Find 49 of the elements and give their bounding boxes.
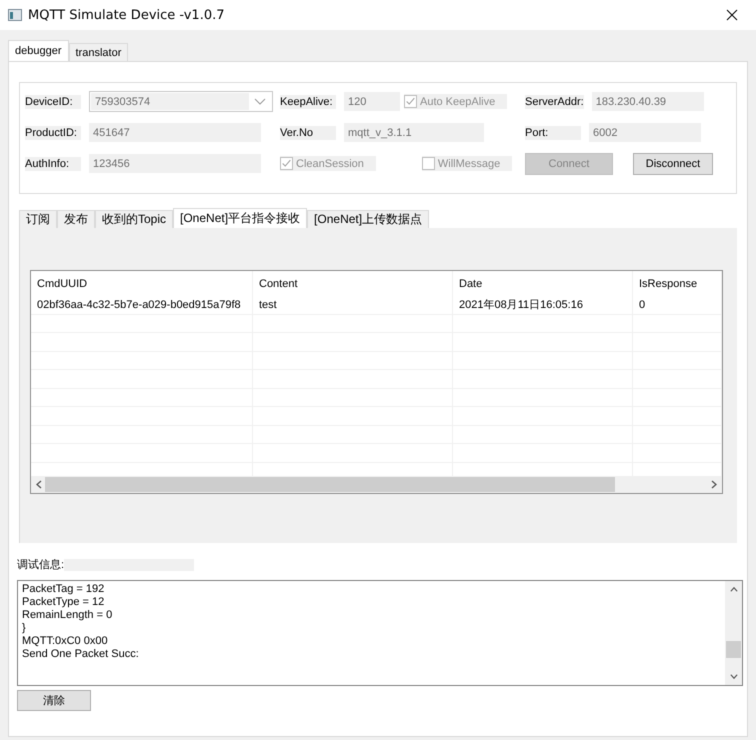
field-label: Ver.No <box>280 126 336 140</box>
tab[interactable]: 订阅 <box>19 210 57 228</box>
table-cell: 0 <box>633 296 722 314</box>
scroll-up-icon[interactable] <box>730 585 738 594</box>
device-id-dropdown[interactable]: 759303574 <box>89 91 273 112</box>
clear-button[interactable]: 清除 <box>17 690 91 711</box>
field-label: ServerAddr: <box>525 94 584 108</box>
log-line: PacketType = 12 <box>22 596 106 609</box>
tab[interactable]: 发布 <box>57 210 95 228</box>
field-label: Port: <box>525 126 581 140</box>
input-field[interactable]: 451647 <box>89 123 261 142</box>
scroll-left-icon[interactable] <box>35 480 43 489</box>
field-label: ProductID: <box>25 126 81 140</box>
scrollbar-thumb[interactable] <box>45 477 616 492</box>
window-title: MQTT Simulate Device -v1.0.7 <box>28 8 225 22</box>
scroll-down-icon[interactable] <box>730 672 738 681</box>
close-icon[interactable] <box>726 9 738 21</box>
debug-info-label: 调试信息: <box>17 558 64 572</box>
tab[interactable]: [OneNet]平台指令接收 <box>173 208 308 228</box>
tab[interactable]: translator <box>68 43 128 61</box>
table-cell: 02bf36aa-4c32-5b7e-a029-b0ed915a79f8 <box>31 296 253 314</box>
scrollbar-thumb[interactable] <box>726 641 741 658</box>
log-area[interactable]: PacketTag = 192 PacketType = 12 RemainLength = 0 } MQTT:0xC0 0x00 Send One Packet Succ: <box>17 580 743 686</box>
tab[interactable]: 收到的Topic <box>95 210 174 228</box>
field-label: DeviceID: <box>25 94 81 108</box>
disconnect-button[interactable]: Disconnect <box>633 152 713 174</box>
column-header[interactable]: Date <box>453 271 633 296</box>
input-field[interactable]: 6002 <box>589 123 701 142</box>
column-header[interactable]: Content <box>253 271 453 296</box>
table-cell: 2021年08月11日16:05:16 <box>453 296 633 314</box>
log-line: } <box>22 622 27 635</box>
tab[interactable]: [OneNet]上传数据点 <box>307 210 430 228</box>
log-line: MQTT:0xC0 0x00 <box>22 635 109 648</box>
log-line: RemainLength = 0 <box>22 609 114 622</box>
input-field[interactable]: 183.230.40.39 <box>592 92 704 111</box>
scroll-right-icon[interactable] <box>710 480 718 489</box>
table-cell: test <box>253 296 453 314</box>
chevron-down-icon <box>254 98 266 106</box>
field-label: KeepAlive: <box>280 94 336 108</box>
log-line: Send One Packet Succ: <box>22 648 140 661</box>
field-label: AuthInfo: <box>25 156 81 170</box>
column-header[interactable]: CmdUUID <box>31 271 253 296</box>
input-field[interactable]: 120 <box>344 92 400 111</box>
app-icon <box>8 9 22 21</box>
column-header[interactable]: IsResponse <box>633 271 722 296</box>
log-line: PacketTag = 192 <box>22 583 106 596</box>
input-field[interactable]: 123456 <box>89 154 261 173</box>
tab[interactable]: debugger <box>8 40 68 61</box>
input-field[interactable]: mqtt_v_3.1.1 <box>344 123 484 142</box>
